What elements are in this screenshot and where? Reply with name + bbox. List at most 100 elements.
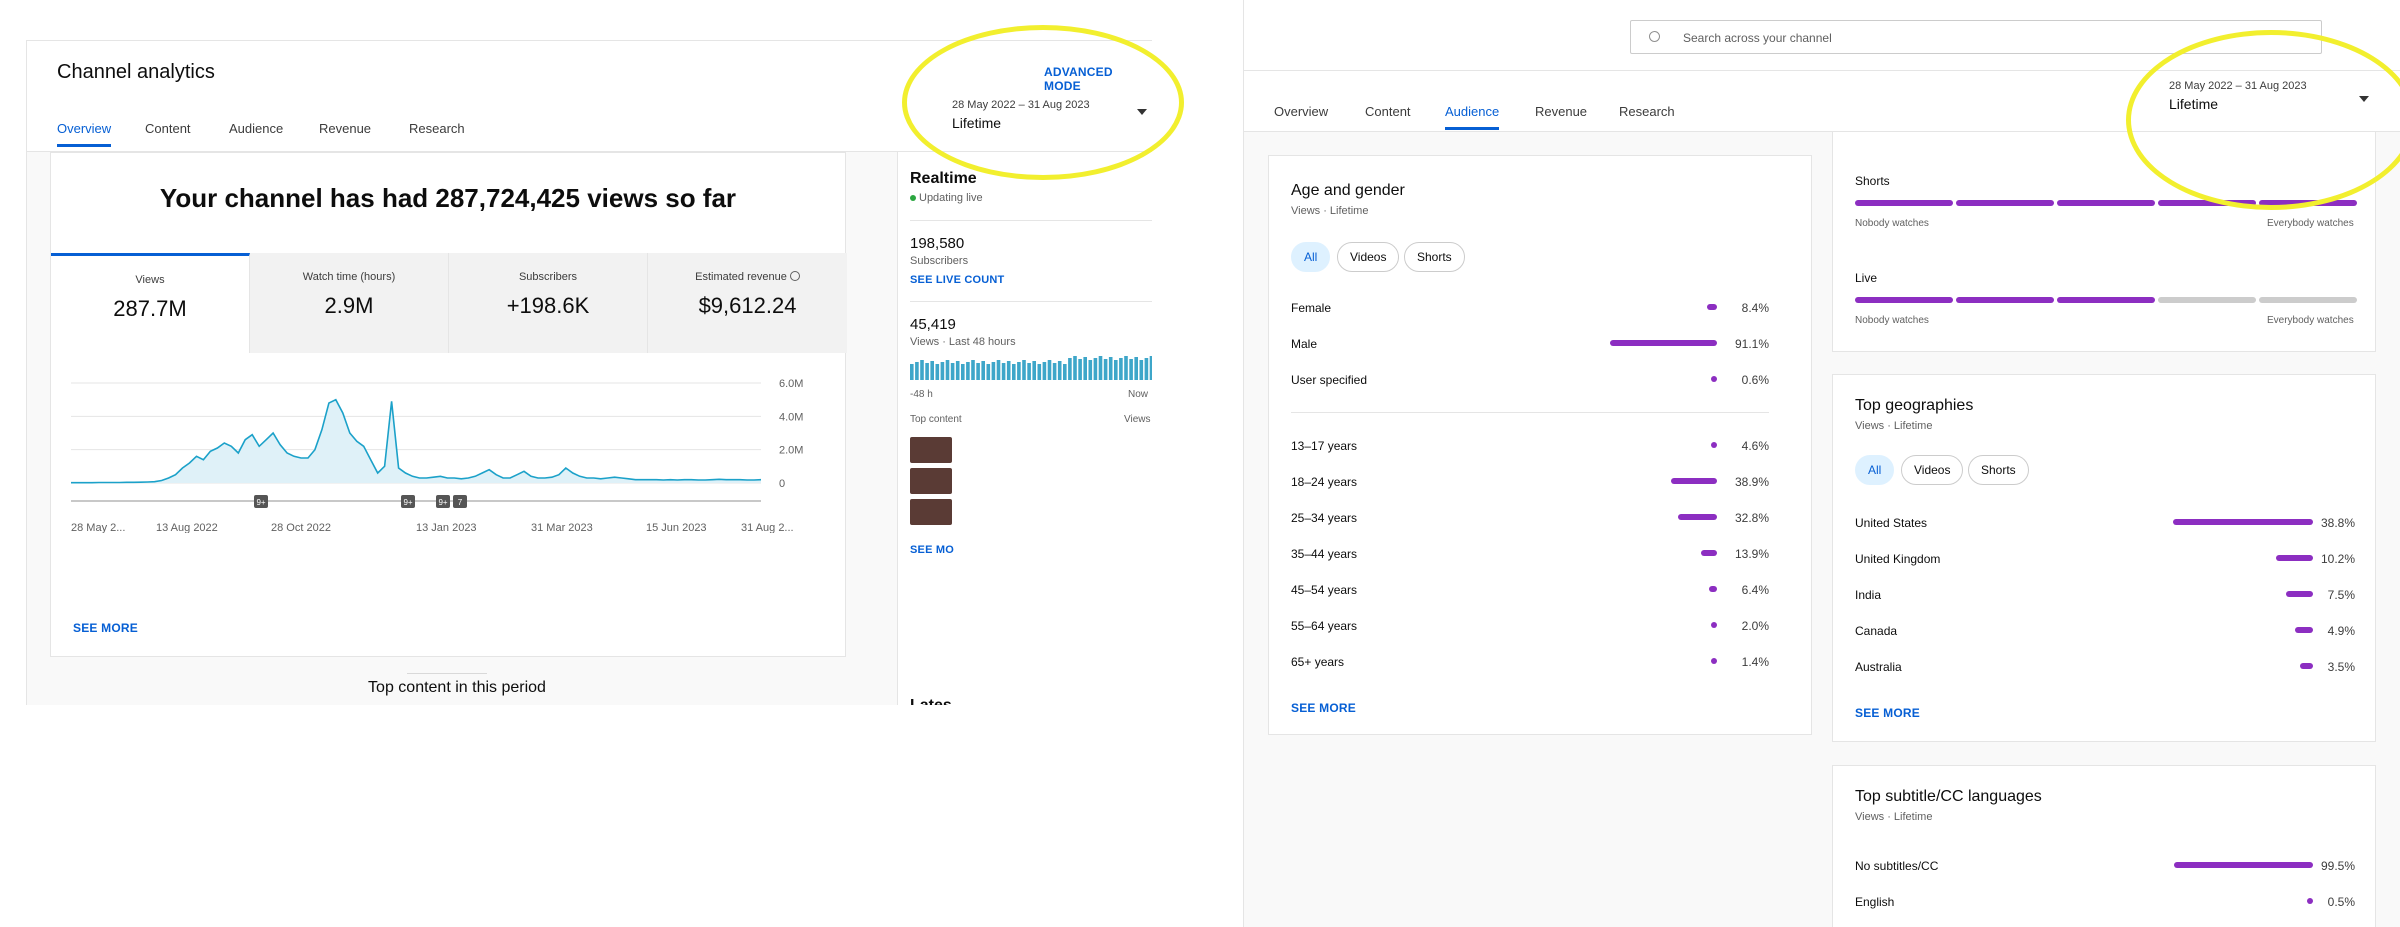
tab-content[interactable]: Content xyxy=(145,121,191,136)
row-label: 13–17 years xyxy=(1291,439,1358,453)
row-label: 35–44 years xyxy=(1291,547,1358,561)
row-percent: 4.6% xyxy=(1741,439,1769,453)
realtime-bar xyxy=(986,364,991,380)
realtime-bar xyxy=(976,363,980,380)
realtime-bar xyxy=(1139,360,1144,380)
metric-views[interactable]: Views 287.7M xyxy=(51,253,250,353)
tab-revenue[interactable]: Revenue xyxy=(1535,104,1587,119)
value-bar xyxy=(1609,340,1717,346)
date-range-selector[interactable]: 28 May 2022 – 31 Aug 2023 Lifetime xyxy=(952,99,1152,149)
axis-end-label: Now xyxy=(1128,389,1149,400)
metric-value: 2.9M xyxy=(324,293,374,318)
tab-research[interactable]: Research xyxy=(409,121,465,136)
meter-segment xyxy=(2158,200,2256,206)
realtime-bar xyxy=(920,360,924,380)
realtime-bar xyxy=(1083,357,1087,380)
views-label: Views · Last 48 hours xyxy=(910,336,1016,348)
date-period-text: Lifetime xyxy=(2169,96,2219,112)
filter-chip-shorts[interactable]: Shorts xyxy=(1968,455,2029,485)
metric-label: Views xyxy=(135,274,165,286)
tab-revenue[interactable]: Revenue xyxy=(319,121,371,136)
row-label: No subtitles/CC xyxy=(1855,859,1939,873)
realtime-views: 45,419 xyxy=(910,316,956,333)
metric-subscribers[interactable]: Subscribers +198.6K xyxy=(449,253,648,353)
row-label: 45–54 years xyxy=(1291,583,1358,597)
bar-row: 13–17 years 4.6% xyxy=(1291,436,1769,456)
value-bar xyxy=(1711,442,1717,448)
see-more-link[interactable]: SEE MORE xyxy=(73,621,138,635)
realtime-bar xyxy=(996,360,1001,380)
tab-audience[interactable]: Audience xyxy=(1445,104,1500,130)
video-thumbnail[interactable] xyxy=(910,499,952,525)
see-more-link[interactable]: SEE MORE xyxy=(1291,701,1356,715)
gender-list: Female 8.4% Male 91.1% User specified 0.6% xyxy=(1291,298,1769,387)
value-bar xyxy=(1709,586,1717,592)
top-content-heading: Top content in this period xyxy=(368,679,546,696)
filter-chip-all[interactable]: All xyxy=(1291,242,1331,272)
y-tick-label: 6.0M xyxy=(779,378,803,390)
live-dot-icon xyxy=(910,195,916,201)
row-label: India xyxy=(1855,588,1882,602)
bar-row: English 0.5% xyxy=(1855,892,2355,912)
divider xyxy=(910,220,1152,221)
series-area xyxy=(71,399,761,483)
value-bar xyxy=(1711,658,1717,664)
filter-chip-videos[interactable]: Videos xyxy=(1901,455,1964,485)
video-thumbnail[interactable] xyxy=(910,437,952,463)
value-bar xyxy=(1711,622,1717,628)
row-percent: 7.5% xyxy=(2327,588,2355,602)
date-range-selector[interactable]: 28 May 2022 – 31 Aug 2023 Lifetime xyxy=(2169,80,2389,120)
realtime-bar xyxy=(1129,359,1133,380)
tab-audience[interactable]: Audience xyxy=(229,121,283,136)
row-label: 55–64 years xyxy=(1291,619,1358,633)
metric-value: 287.7M xyxy=(113,296,187,321)
video-thumbnail[interactable] xyxy=(910,468,952,494)
realtime-bar xyxy=(1063,364,1067,380)
realtime-title: Realtime xyxy=(910,170,977,187)
series-line xyxy=(71,398,762,484)
tab-content[interactable]: Content xyxy=(1365,104,1411,119)
realtime-bar xyxy=(1098,356,1103,380)
x-tick-label: 15 Jun 2023 xyxy=(646,522,707,533)
row-percent: 99.5% xyxy=(2320,859,2355,873)
value-bar xyxy=(2286,591,2313,597)
metric-watch-time[interactable]: Watch time (hours) 2.9M xyxy=(250,253,449,353)
metric-label: Watch time (hours) xyxy=(302,271,396,283)
filter-chip-shorts[interactable]: Shorts xyxy=(1404,242,1465,272)
meter-segment xyxy=(2259,200,2357,206)
y-tick-label: 4.0M xyxy=(779,411,803,423)
advanced-mode-link[interactable]: ADVANCED MODE xyxy=(1044,65,1152,93)
realtime-bar xyxy=(1017,362,1021,380)
bar-row: No subtitles/CC 99.5% xyxy=(1855,856,2355,876)
realtime-bar xyxy=(1068,358,1072,380)
metrics-row: Views 287.7M Watch time (hours) 2.9M Sub… xyxy=(51,253,847,353)
meter-segment xyxy=(1956,297,2054,303)
see-live-count-link[interactable]: SEE LIVE COUNT xyxy=(910,274,1004,286)
row-label: United Kingdom xyxy=(1855,552,1941,566)
tab-overview[interactable]: Overview xyxy=(1274,104,1328,119)
filter-chip-all[interactable]: All xyxy=(1855,455,1895,485)
search-box[interactable]: Search across your channel xyxy=(1630,20,2322,54)
card-title: Age and gender xyxy=(1291,182,1405,199)
tab-research[interactable]: Research xyxy=(1619,104,1675,119)
shorts-label: Shorts xyxy=(1855,174,1890,188)
realtime-bar xyxy=(966,362,970,380)
filter-chip-videos[interactable]: Videos xyxy=(1337,242,1400,272)
tab-overview[interactable]: Overview xyxy=(57,121,112,147)
realtime-bar xyxy=(1037,364,1042,380)
metric-estimated-revenue[interactable]: Estimated revenue $9,612.24 xyxy=(648,253,847,353)
realtime-bar xyxy=(1006,361,1011,380)
divider xyxy=(1244,70,2400,71)
subtitle-languages-card: Top subtitle/CC languages Views · Lifeti… xyxy=(1832,765,2376,927)
realtime-bar xyxy=(1012,364,1016,380)
realtime-bar xyxy=(1057,361,1062,380)
x-tick-label: 31 Mar 2023 xyxy=(531,522,593,533)
updating-label: Updating live xyxy=(919,192,983,204)
realtime-bar xyxy=(1108,357,1113,380)
card-subtitle: Views · Lifetime xyxy=(1855,811,1933,823)
row-percent: 3.5% xyxy=(2327,660,2355,674)
see-more-link[interactable]: SEE MORE xyxy=(1855,706,1920,720)
realtime-bar xyxy=(1119,358,1123,380)
see-more-link[interactable]: SEE MO xyxy=(910,544,954,556)
live-label: Live xyxy=(1855,271,1878,285)
